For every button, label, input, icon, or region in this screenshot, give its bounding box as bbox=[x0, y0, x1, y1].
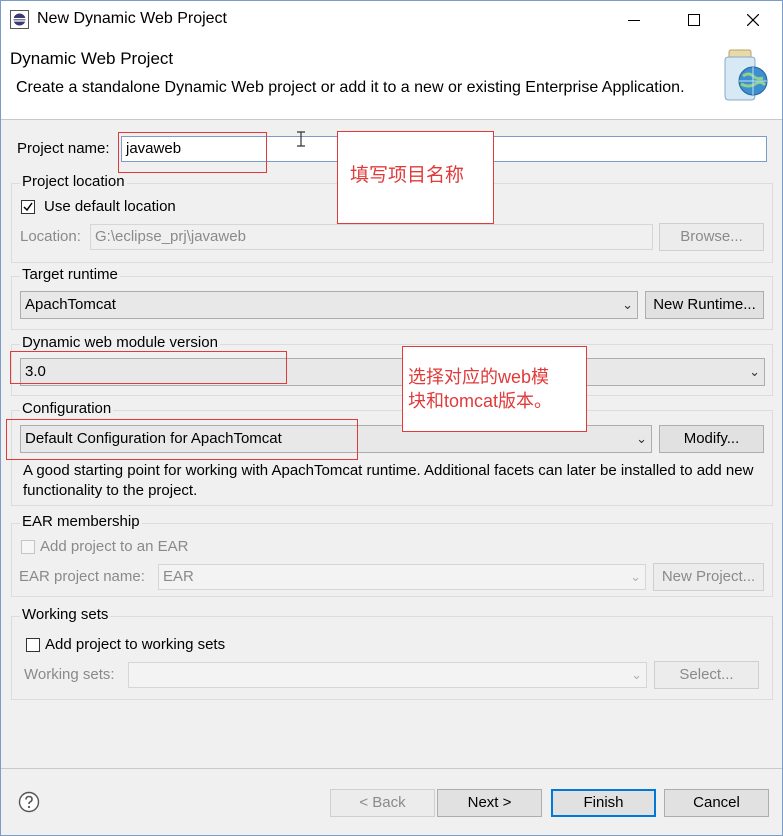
location-label: Location: bbox=[20, 228, 81, 245]
close-icon bbox=[747, 14, 759, 26]
chevron-down-icon: ⌄ bbox=[631, 667, 642, 682]
chevron-down-icon: ⌄ bbox=[636, 431, 647, 446]
maximize-button[interactable] bbox=[674, 5, 714, 35]
back-button[interactable]: < Back bbox=[330, 789, 435, 817]
new-runtime-button[interactable]: New Runtime... bbox=[645, 291, 764, 319]
project-name-highlight-box bbox=[118, 132, 267, 173]
web-project-icon bbox=[724, 49, 768, 101]
minimize-icon bbox=[628, 20, 640, 21]
next-button[interactable]: Next > bbox=[437, 789, 542, 817]
ear-project-name-select[interactable]: EAR ⌄ bbox=[158, 564, 646, 590]
chevron-down-icon: ⌄ bbox=[749, 364, 760, 379]
minimize-button[interactable] bbox=[614, 5, 654, 35]
new-project-button[interactable]: New Project... bbox=[653, 563, 764, 591]
working-sets-label: Working sets bbox=[20, 606, 111, 623]
chevron-down-icon: ⌄ bbox=[622, 297, 633, 312]
name-annotation-text: 填写项目名称 bbox=[350, 165, 465, 186]
version-annotation-line2: 块和tomcat版本。 bbox=[408, 391, 553, 411]
module-version-label: Dynamic web module version bbox=[20, 334, 220, 351]
add-to-working-sets-label: Add project to working sets bbox=[45, 636, 226, 653]
version-annotation-line1: 选择对应的web模 bbox=[408, 367, 550, 387]
finish-button[interactable]: Finish bbox=[551, 789, 656, 817]
wizard-header: Dynamic Web Project Create a standalone … bbox=[1, 39, 782, 120]
cancel-button[interactable]: Cancel bbox=[664, 789, 769, 817]
location-input[interactable]: G:\eclipse_prj\javaweb bbox=[90, 224, 653, 250]
project-location-label: Project location bbox=[20, 173, 127, 190]
dialog-window: New Dynamic Web Project Dynamic Web Proj… bbox=[0, 0, 783, 836]
name-annotation-box: 填写项目名称 bbox=[337, 131, 494, 224]
text-cursor-icon bbox=[297, 131, 305, 147]
use-default-location-label: Use default location bbox=[44, 198, 176, 215]
help-icon[interactable] bbox=[18, 791, 40, 813]
maximize-icon bbox=[688, 14, 700, 26]
version-annotation-box: 选择对应的web模 块和tomcat版本。 bbox=[402, 346, 587, 432]
chevron-down-icon: ⌄ bbox=[630, 569, 641, 584]
eclipse-app-icon bbox=[10, 10, 29, 29]
checkmark-icon bbox=[23, 202, 33, 212]
working-sets-field-label: Working sets: bbox=[24, 666, 115, 683]
target-runtime-value: ApachTomcat bbox=[25, 296, 116, 313]
add-to-working-sets-checkbox[interactable] bbox=[26, 638, 40, 652]
add-to-ear-checkbox[interactable] bbox=[21, 540, 35, 554]
use-default-location-checkbox[interactable] bbox=[21, 200, 35, 214]
working-sets-select[interactable]: ⌄ bbox=[128, 662, 647, 688]
ear-membership-label: EAR membership bbox=[20, 513, 142, 530]
configuration-description: A good starting point for working with A… bbox=[23, 462, 754, 499]
target-runtime-label: Target runtime bbox=[20, 266, 120, 283]
project-name-label: Project name: bbox=[17, 140, 110, 157]
wizard-description: Create a standalone Dynamic Web project … bbox=[16, 79, 685, 96]
module-version-highlight-box bbox=[10, 351, 287, 384]
window-title: New Dynamic Web Project bbox=[37, 10, 227, 27]
browse-button[interactable]: Browse... bbox=[659, 223, 764, 251]
configuration-highlight-box bbox=[6, 419, 358, 460]
title-bar: New Dynamic Web Project bbox=[1, 1, 782, 39]
modify-button[interactable]: Modify... bbox=[659, 425, 764, 453]
footer-separator bbox=[1, 768, 782, 769]
select-button[interactable]: Select... bbox=[654, 661, 759, 689]
configuration-label: Configuration bbox=[20, 400, 114, 417]
target-runtime-select[interactable]: ApachTomcat ⌄ bbox=[20, 291, 638, 319]
close-button[interactable] bbox=[733, 5, 773, 35]
ear-project-name-value: EAR bbox=[163, 568, 194, 585]
wizard-title: Dynamic Web Project bbox=[10, 49, 174, 68]
add-to-ear-label: Add project to an EAR bbox=[40, 538, 189, 555]
ear-project-name-label: EAR project name: bbox=[19, 568, 145, 585]
